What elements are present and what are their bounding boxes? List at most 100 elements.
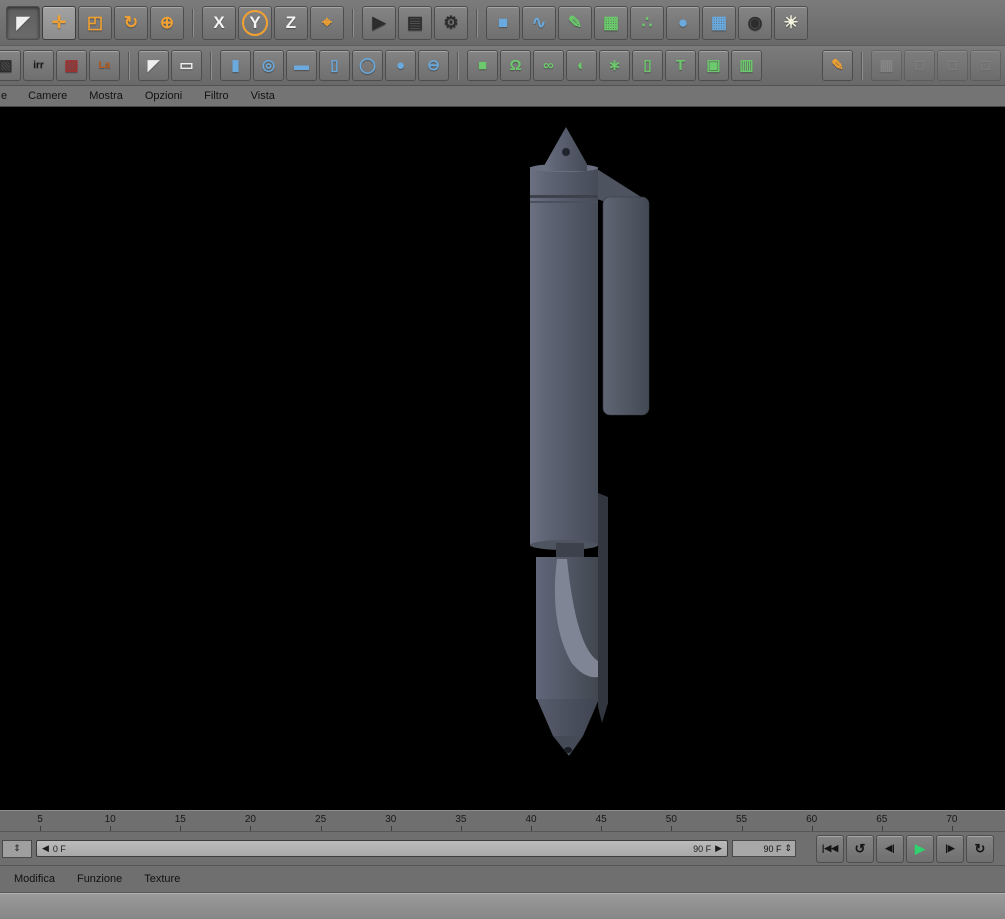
add-camera-menu[interactable]: ◉	[738, 5, 772, 40]
axis-x-lock[interactable]: X	[202, 5, 236, 40]
add-floor-menu[interactable]: ▦	[702, 5, 736, 40]
ruler-tick-label: 45	[595, 814, 607, 825]
render-view-button[interactable]: ▶	[362, 5, 396, 40]
workplane-grid-icon: ▦	[879, 57, 894, 74]
capsule-object-button[interactable]: ▯	[319, 50, 350, 81]
viewport-menu-e[interactable]: e	[0, 90, 17, 102]
metaball-object-button[interactable]: ∞	[533, 50, 564, 81]
coordinate-system-toggle[interactable]: ⌖	[310, 5, 344, 40]
add-cloner-menu[interactable]: ∴	[630, 5, 664, 40]
atom-array-object-button[interactable]: ∗	[599, 50, 630, 81]
play-forwards-icon: ▶	[915, 840, 925, 856]
instance-object-icon: ■	[477, 57, 488, 74]
viewport-menu-opzioni[interactable]: Opzioni	[134, 90, 193, 102]
add-spline-object-menu[interactable]: ∿	[522, 5, 556, 40]
play-forwards-button[interactable]: ▶	[906, 834, 934, 863]
capsule-generator-button[interactable]: ▯	[632, 50, 663, 81]
max-frame-value: 90 F	[763, 843, 782, 854]
add-cube-object-menu[interactable]: ■	[486, 5, 520, 40]
spline-pen-tool[interactable]: ✎	[558, 5, 592, 40]
slider-left-arrow-icon[interactable]: ◀	[42, 843, 49, 854]
frame-field-spinner-icon[interactable]: ⇕	[784, 843, 792, 854]
boole-object-button[interactable]: ◐	[566, 50, 597, 81]
torus-object-button[interactable]: ◯	[352, 50, 383, 81]
render-picture-viewer-button[interactable]: ▤	[398, 5, 432, 40]
disc-object-button[interactable]: ⊖	[418, 50, 449, 81]
go-to-previous-frame-icon: ◀|	[885, 843, 895, 853]
ruler-tick-label: 10	[104, 814, 116, 825]
axis-y-lock[interactable]: Y	[238, 5, 272, 40]
polygon-object-button[interactable]: ▣	[698, 50, 729, 81]
sphere-object-button[interactable]: ●	[385, 50, 416, 81]
slider-right-arrow-icon[interactable]: ▶	[715, 843, 722, 854]
add-modeling-object-menu[interactable]: ●	[666, 5, 700, 40]
array-object-icon: ▥	[739, 57, 754, 74]
viewport-menu-camere[interactable]: Camere	[17, 90, 78, 102]
go-to-end-button[interactable]: ↻	[966, 834, 994, 863]
timeline-ruler[interactable]: 5 10 15 20 25 30 35 40 45 50 55 60 65 70	[0, 810, 1005, 832]
pen-back-plate[interactable]	[598, 493, 608, 723]
ruler-tick-mark	[460, 826, 462, 831]
add-subdivision-surface-menu[interactable]: ▦	[594, 5, 628, 40]
bottom-menu-funzione[interactable]: Funzione	[77, 873, 134, 885]
pen-taper[interactable]	[537, 699, 599, 736]
array-object-button[interactable]: ▥	[731, 50, 762, 81]
pen-clip[interactable]	[602, 196, 650, 416]
live-selection-tool[interactable]: ◤	[6, 5, 40, 40]
scale-tool[interactable]: ◰	[78, 5, 112, 40]
slider-right-controls[interactable]: 90 F ▶	[693, 843, 722, 854]
render-region-button[interactable]: ▧	[0, 50, 21, 81]
interactive-render-region-button[interactable]: irr	[23, 50, 54, 81]
add-light-menu[interactable]: ☀	[774, 5, 808, 40]
toolbar-separator	[192, 8, 194, 37]
bottom-menu-modifica[interactable]: Modifica	[14, 873, 67, 885]
bottom-menu-texture[interactable]: Texture	[144, 873, 192, 885]
go-to-previous-frame-button[interactable]: ◀|	[876, 834, 904, 863]
viewport-menu-filtro[interactable]: Filtro	[193, 90, 239, 102]
ruler-tick-mark	[951, 826, 953, 831]
ruler-tick-mark	[671, 826, 673, 831]
pen-body[interactable]	[530, 167, 598, 545]
text-object-icon: T	[675, 57, 686, 74]
toolbar-separator	[476, 8, 478, 37]
metaball-object-icon: ∞	[543, 57, 554, 74]
go-to-end-icon: ↻	[974, 840, 986, 856]
ruler-tick-mark	[250, 826, 252, 831]
timeline-range-slider[interactable]: ◀ 0 F 90 F ▶	[36, 840, 728, 857]
workplane-cube-button-3: □	[970, 50, 1001, 81]
axis-z-lock[interactable]: Z	[274, 5, 308, 40]
render-active-view-button[interactable]: ▨	[56, 50, 87, 81]
layout-button[interactable]: La	[89, 50, 120, 81]
rectangle-selection-tool[interactable]: ▭	[171, 50, 202, 81]
main-toolbar: ◤ ✛ ◰ ↻ ⊕ X Y Z ⌖ ▶ ▤ ⚙ ■ ∿ ✎ ▦ ∴ ● ▦ ◉ ☀	[0, 0, 1005, 46]
cylinder-object-button[interactable]: ▮	[220, 50, 251, 81]
oil-tank-object-button[interactable]: ▬	[286, 50, 317, 81]
add-cube-object-icon: ■	[497, 13, 509, 32]
instance-object-button[interactable]: ■	[467, 50, 498, 81]
text-object-button[interactable]: T	[665, 50, 696, 81]
interactive-render-region-icon: irr	[33, 59, 44, 71]
viewport-menu-vista[interactable]: Vista	[240, 90, 286, 102]
workplane-pen-button[interactable]: ✎	[822, 50, 853, 81]
move-tool[interactable]: ✛	[42, 5, 76, 40]
symmetry-object-button[interactable]: Ω	[500, 50, 531, 81]
pen-top-hole	[562, 148, 570, 156]
timeline-left-spinner[interactable]: ⇕	[2, 839, 32, 858]
toolbar-separator	[457, 51, 459, 80]
go-to-start-button[interactable]: |◀◀	[816, 834, 844, 863]
last-used-tool[interactable]: ⊕	[150, 5, 184, 40]
ruler-tick-mark	[40, 826, 41, 831]
application-window: ◤ ✛ ◰ ↻ ⊕ X Y Z ⌖ ▶ ▤ ⚙ ■ ∿ ✎ ▦ ∴ ● ▦ ◉ ☀ ▧ irr ▨ La ◤ ▭ ▮ ◎ ▬ ▯ ◯ ● ⊖ ■ Ω…	[0, 0, 1005, 919]
selection-tool[interactable]: ◤	[138, 50, 169, 81]
max-frame-field[interactable]: 90 F ⇕	[732, 840, 796, 857]
render-settings-button[interactable]: ⚙	[434, 5, 468, 40]
viewport-menu-mostra[interactable]: Mostra	[78, 90, 134, 102]
viewport[interactable]	[0, 107, 1005, 810]
go-to-next-frame-button[interactable]: |▶	[936, 834, 964, 863]
rotate-tool[interactable]: ↻	[114, 5, 148, 40]
sphere-object-icon: ●	[395, 57, 406, 74]
tube-object-button[interactable]: ◎	[253, 50, 284, 81]
ruler-tick-label: 65	[876, 814, 888, 825]
slider-left-controls[interactable]: ◀ 0 F	[42, 843, 66, 854]
play-backwards-button[interactable]: ↺	[846, 834, 874, 863]
